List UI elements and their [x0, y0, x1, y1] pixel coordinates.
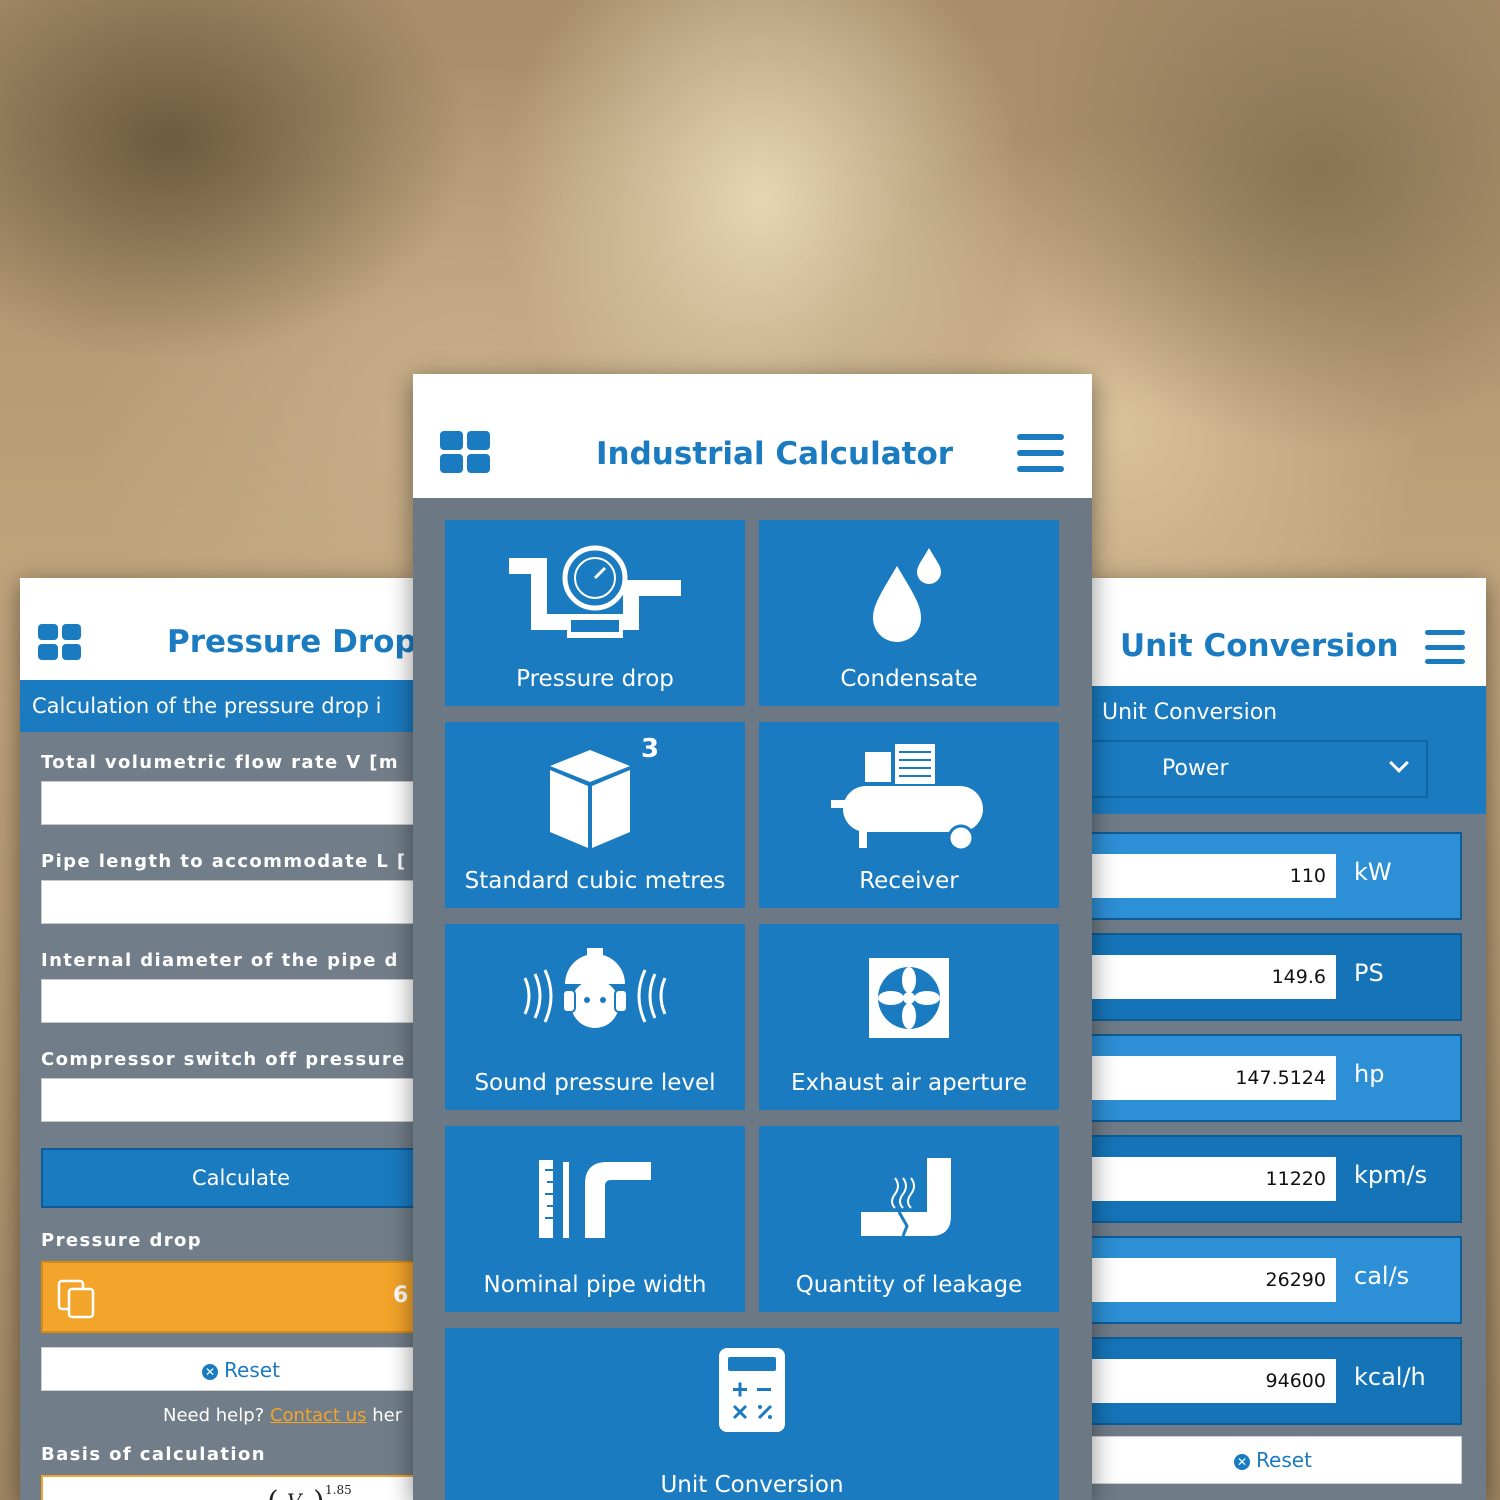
unit-label: kpm/s	[1354, 1161, 1428, 1189]
industrial-calculator-screen: Industrial Calculator Pressure drop Cond…	[413, 374, 1092, 1500]
help-prefix: Need help?	[163, 1405, 270, 1426]
tile-condensate[interactable]: Condensate	[759, 520, 1059, 706]
worker-ear-protection-icon	[523, 948, 667, 1028]
tile-unit-conversion[interactable]: Unit Conversion	[445, 1328, 1059, 1500]
tile-label: Nominal pipe width	[483, 1272, 707, 1298]
conversion-type-label: Unit Conversion	[1102, 700, 1278, 725]
help-suffix: her	[366, 1405, 403, 1426]
air-compressor-icon	[831, 744, 983, 852]
selected-type: Power	[1162, 756, 1229, 781]
tile-quantity-of-leakage[interactable]: Quantity of leakage	[759, 1126, 1059, 1312]
calculator-icon	[719, 1348, 785, 1432]
tile-label: Pressure drop	[516, 666, 674, 692]
formula-box: ( V ) 1.85	[41, 1475, 415, 1500]
calculator-header: Industrial Calculator	[413, 374, 1092, 498]
tile-label: Exhaust air aperture	[791, 1070, 1027, 1096]
unit-row-cal-s: 26290 cal/s	[1090, 1236, 1462, 1324]
tile-label: Quantity of leakage	[795, 1272, 1023, 1298]
unit-label: PS	[1354, 959, 1384, 987]
unit-label: hp	[1354, 1060, 1385, 1088]
reset-label: Reset	[224, 1358, 280, 1382]
chevron-down-icon	[1389, 753, 1409, 773]
tile-label: Condensate	[840, 666, 978, 692]
formula-exponent: 1.85	[325, 1483, 352, 1497]
cube-superscript: 3	[641, 734, 660, 764]
switch-off-pressure-input[interactable]	[41, 1078, 415, 1122]
basis-label: Basis of calculation	[41, 1444, 266, 1465]
internal-diameter-input[interactable]	[41, 979, 415, 1023]
tile-receiver[interactable]: Receiver	[759, 722, 1059, 908]
copy-icon[interactable]	[55, 1277, 99, 1321]
reset-label: Reset	[1256, 1448, 1312, 1472]
app-title: Industrial Calculator	[596, 436, 954, 472]
unit-value-input[interactable]: 147.5124	[1090, 1056, 1336, 1100]
reset-x-icon: ✕	[202, 1364, 219, 1380]
tile-label: Sound pressure level	[474, 1070, 716, 1096]
tile-sound-pressure-level[interactable]: Sound pressure level	[445, 924, 745, 1110]
result-value: 6	[393, 1283, 409, 1308]
tile-pressure-drop[interactable]: Pressure drop	[445, 520, 745, 706]
conversion-type-select[interactable]: Power	[1090, 740, 1428, 798]
tile-label: Unit Conversion	[660, 1472, 844, 1498]
tile-label: Standard cubic metres	[464, 868, 726, 894]
unit-value-input[interactable]: 26290	[1090, 1258, 1336, 1302]
unit-label: kW	[1354, 858, 1392, 886]
result-label: Pressure drop	[41, 1230, 203, 1251]
tile-label: Receiver	[859, 868, 959, 894]
unit-conversion-header: Unit Conversion	[1090, 578, 1486, 686]
conversion-type-section: Unit Conversion Power	[1090, 686, 1486, 814]
tile-nominal-pipe-width[interactable]: Nominal pipe width	[445, 1126, 745, 1312]
pressure-drop-header: Pressure Drop	[20, 578, 415, 680]
unit-value-input[interactable]: 110	[1090, 854, 1336, 898]
exhaust-fan-icon	[869, 958, 949, 1038]
contact-us-link[interactable]: Contact us	[270, 1405, 367, 1426]
field-label-pipe-length: Pipe length to accommodate L [	[41, 851, 407, 872]
hamburger-menu-icon[interactable]	[1425, 630, 1465, 664]
field-label-flow-rate: Total volumetric flow rate V [m	[41, 752, 400, 773]
leaking-pipe-icon	[861, 1158, 951, 1237]
grid-menu-icon[interactable]	[38, 624, 81, 660]
unit-row-kpm-s: 11220 kpm/s	[1090, 1135, 1462, 1223]
hamburger-menu-icon[interactable]	[1017, 434, 1064, 472]
pressure-drop-screen: Pressure Drop Calculation of the pressur…	[20, 578, 415, 1500]
unit-row-kw: 110 kW	[1090, 832, 1462, 920]
tile-exhaust-air-aperture[interactable]: Exhaust air aperture	[759, 924, 1059, 1110]
pipe-length-input[interactable]	[41, 880, 415, 924]
page-title: Pressure Drop	[167, 624, 415, 660]
unit-value-input[interactable]: 149.6	[1090, 955, 1336, 999]
unit-label: cal/s	[1354, 1262, 1410, 1290]
unit-value-input[interactable]: 94600	[1090, 1359, 1336, 1403]
pressure-gauge-pipe-icon	[509, 545, 681, 638]
formula-v: V	[287, 1489, 301, 1500]
unit-conversion-screen: Unit Conversion Unit Conversion Power 11…	[1090, 578, 1486, 1500]
unit-row-ps: 149.6 PS	[1090, 933, 1462, 1021]
flow-rate-input[interactable]	[41, 781, 415, 825]
unit-value-input[interactable]: 11220	[1090, 1157, 1336, 1201]
water-drops-icon	[873, 548, 941, 642]
help-text: Need help? Contact us her	[20, 1405, 415, 1426]
calculate-button[interactable]: Calculate	[41, 1148, 415, 1208]
tile-standard-cubic-metres[interactable]: 3 Standard cubic metres	[445, 722, 745, 908]
pipe-ruler-icon	[539, 1160, 651, 1238]
field-label-internal-diameter: Internal diameter of the pipe d	[41, 950, 399, 971]
reset-x-icon: ✕	[1234, 1454, 1251, 1470]
unit-row-hp: 147.5124 hp	[1090, 1034, 1462, 1122]
unit-row-kcal-h: 94600 kcal/h	[1090, 1337, 1462, 1425]
grid-menu-icon[interactable]	[440, 431, 490, 473]
field-label-switch-off-pressure: Compressor switch off pressure	[41, 1049, 406, 1070]
unit-label: kcal/h	[1354, 1363, 1426, 1391]
reset-button[interactable]: ✕ Reset	[1090, 1436, 1462, 1484]
reset-button[interactable]: ✕ Reset	[41, 1347, 415, 1391]
description-bar: Calculation of the pressure drop i	[20, 680, 415, 732]
page-title: Unit Conversion	[1120, 628, 1399, 664]
result-box: 6	[41, 1261, 415, 1333]
